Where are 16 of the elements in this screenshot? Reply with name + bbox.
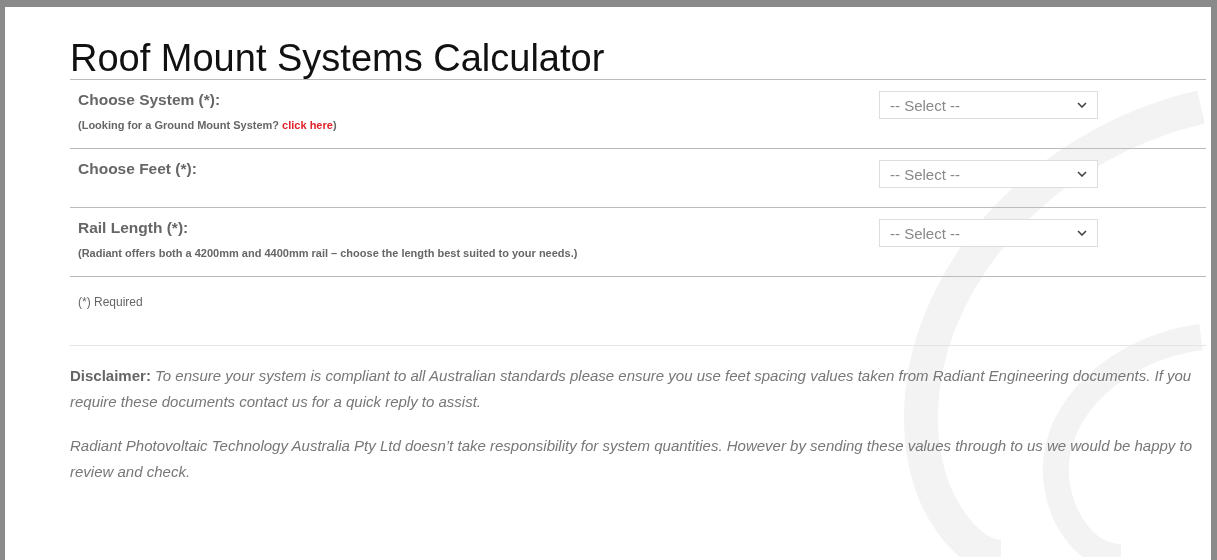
- required-note: (*) Required: [70, 277, 1206, 346]
- chevron-down-icon: [1077, 230, 1087, 236]
- field-label: Rail Length (*):: [78, 219, 190, 237]
- click-here-link[interactable]: click here: [282, 119, 333, 131]
- select-dropdown[interactable]: -- Select --: [879, 219, 1098, 247]
- chevron-down-icon: [1077, 102, 1087, 108]
- chevron-down-icon: [1077, 171, 1087, 177]
- field-label: Choose Feet (*):: [78, 160, 197, 178]
- select-dropdown[interactable]: -- Select --: [879, 160, 1098, 188]
- page-title: Roof Mount Systems Calculator: [70, 36, 606, 79]
- disclaimer-text: Disclaimer: To ensure your system is compliant to all Australian standards please ensure you use feet spacing values taken from Radiant Engineering documents. If you require these documents contact us for a quick reply to assist.: [70, 366, 1193, 412]
- field-note: (Looking for a Ground Mount System? click here): [78, 119, 337, 131]
- disclaimer-text: Radiant Photovoltaic Technology Australia Pty Ltd doesn’t take responsibility for system quantities. However by sending these values through to us we would be happy to review and check.: [70, 436, 1194, 482]
- field-note: (Radiant offers both a 4200mm and 4400mm rail – choose the length best suited to your needs.): [78, 247, 578, 259]
- field-label: Choose System (*):: [78, 91, 222, 109]
- select-dropdown[interactable]: -- Select --: [879, 91, 1098, 119]
